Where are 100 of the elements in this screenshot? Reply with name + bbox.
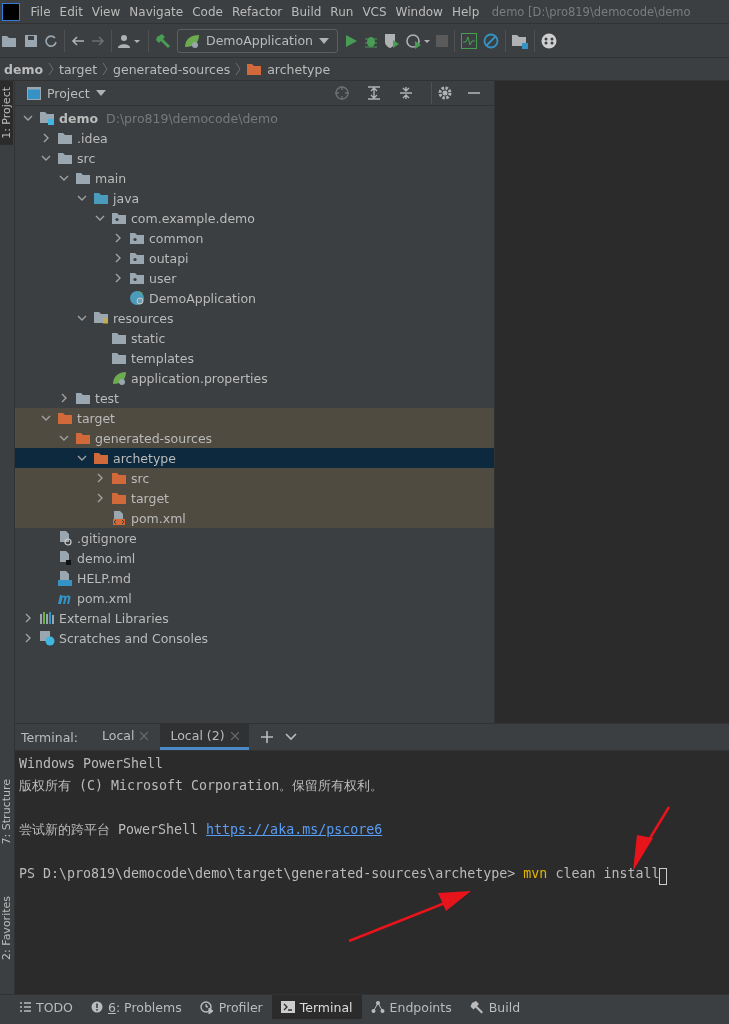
profiler-icon[interactable] bbox=[199, 1000, 214, 1014]
menu-item[interactable]: VCS bbox=[357, 4, 392, 19]
tree-item-label: resources bbox=[113, 310, 174, 326]
tree-row[interactable]: pom.xml bbox=[15, 508, 494, 528]
tool-window-tab[interactable]: TODO bbox=[10, 995, 82, 1019]
tree-row[interactable]: demo.iml bbox=[15, 548, 494, 568]
chevron-down-icon[interactable] bbox=[284, 733, 297, 741]
side-tool-tab[interactable]: 7: Structure bbox=[0, 772, 14, 851]
forward-arrow-icon[interactable] bbox=[91, 33, 105, 48]
settings-icon[interactable] bbox=[438, 86, 452, 100]
run-icon[interactable] bbox=[344, 33, 358, 48]
tree-item-label: common bbox=[149, 230, 204, 246]
menu-item[interactable]: Run bbox=[325, 4, 358, 19]
menu-item[interactable]: Navigate bbox=[124, 4, 188, 19]
tree-row[interactable]: user bbox=[15, 268, 494, 288]
tree-row[interactable]: archetype bbox=[15, 448, 494, 468]
terminal-icon[interactable] bbox=[280, 1001, 295, 1013]
tab-label: Terminal bbox=[299, 999, 353, 1015]
tree-row[interactable]: test bbox=[15, 388, 494, 408]
tree-row[interactable]: DemoApplication bbox=[15, 288, 494, 308]
project-structure-icon[interactable] bbox=[512, 32, 528, 49]
expand-chevron-icon[interactable] bbox=[41, 133, 51, 143]
add-icon[interactable] bbox=[260, 731, 273, 743]
menu-item[interactable]: View bbox=[87, 4, 125, 19]
tree-row[interactable]: target bbox=[15, 488, 494, 508]
tree-item-label: com.example.demo bbox=[131, 210, 255, 226]
breadcrumb[interactable]: archetype bbox=[267, 61, 331, 77]
tree-row[interactable]: application.properties bbox=[15, 368, 494, 388]
path-hint: D:\pro819\democode\demo bbox=[106, 110, 278, 126]
tree-row[interactable]: External Libraries bbox=[15, 608, 494, 628]
tool-window-tab[interactable]: Profiler bbox=[190, 995, 272, 1019]
tree-row[interactable]: main bbox=[15, 168, 494, 188]
expand-chevron-icon[interactable] bbox=[59, 393, 69, 403]
profile-run-icon[interactable] bbox=[406, 32, 430, 49]
menu-item[interactable]: Refactor bbox=[227, 4, 287, 19]
menu-item[interactable]: Build bbox=[286, 4, 326, 19]
refresh-icon[interactable] bbox=[44, 33, 58, 48]
shell-session-tab[interactable]: Local bbox=[92, 724, 159, 750]
module-file-icon bbox=[57, 550, 73, 566]
panel-title[interactable]: Project bbox=[47, 85, 90, 101]
hammer-icon[interactable] bbox=[155, 32, 171, 49]
expand-all-icon[interactable] bbox=[367, 86, 381, 100]
menu-item[interactable]: File bbox=[26, 4, 56, 19]
caret-icon[interactable] bbox=[95, 90, 106, 96]
side-tool-tab[interactable]: 1: Project bbox=[0, 81, 13, 145]
excluded-folder-icon bbox=[93, 451, 109, 465]
user-icon[interactable] bbox=[118, 33, 142, 48]
tree-row[interactable]: outapi bbox=[15, 248, 494, 268]
menu-item[interactable]: Window bbox=[391, 4, 448, 19]
run-configuration-dropdown[interactable]: DemoApplication bbox=[177, 28, 338, 53]
plugin-icon[interactable] bbox=[541, 32, 557, 49]
tree-row[interactable]: Scratches and Consoles bbox=[15, 628, 494, 648]
tree-row[interactable]: java bbox=[15, 188, 494, 208]
tree-row[interactable]: target bbox=[15, 408, 494, 428]
tree-row[interactable]: com.example.demo bbox=[15, 208, 494, 228]
breadcrumb[interactable]: generated-sources bbox=[113, 61, 231, 77]
tree-row[interactable]: .idea bbox=[15, 128, 494, 148]
breadcrumb[interactable]: target bbox=[59, 61, 98, 77]
save-icon[interactable] bbox=[24, 33, 38, 48]
warning-icon[interactable] bbox=[90, 1001, 103, 1013]
tree-row[interactable]: common bbox=[15, 228, 494, 248]
tool-window-tab[interactable]: Endpoints bbox=[361, 995, 461, 1019]
tree-row[interactable]: HELP.md bbox=[15, 568, 494, 588]
terminal-link[interactable]: https://aka.ms/pscore6 bbox=[206, 819, 383, 841]
open-folder-icon[interactable] bbox=[2, 33, 18, 48]
package-folder-icon bbox=[111, 211, 127, 225]
monitor-icon[interactable] bbox=[461, 32, 477, 49]
prohibited-icon[interactable] bbox=[483, 32, 499, 49]
tree-row[interactable]: .gitignore bbox=[15, 528, 494, 548]
hammer-icon[interactable] bbox=[469, 1000, 484, 1014]
tree-row[interactable]: pom.xml bbox=[15, 588, 494, 608]
tree-row[interactable]: templates bbox=[15, 348, 494, 368]
breadcrumb[interactable]: demo bbox=[4, 61, 44, 77]
menu-item[interactable]: Help bbox=[447, 4, 484, 19]
tree-row[interactable]: demo D:\pro819\democode\demo bbox=[15, 108, 494, 128]
locate-icon[interactable] bbox=[335, 86, 349, 100]
tool-window-tab[interactable]: Terminal bbox=[271, 995, 362, 1019]
tree-item-label: user bbox=[149, 270, 177, 286]
menu-item[interactable]: Edit bbox=[55, 4, 88, 19]
back-arrow-icon[interactable] bbox=[71, 33, 85, 48]
menu-item[interactable]: Code bbox=[187, 4, 228, 19]
list-icon[interactable] bbox=[19, 1001, 31, 1013]
tree-row[interactable]: resources bbox=[15, 308, 494, 328]
collapse-chevron-icon[interactable] bbox=[23, 113, 33, 123]
module-folder-icon bbox=[39, 110, 55, 126]
collapse-chevron-icon[interactable] bbox=[77, 313, 87, 323]
close-icon[interactable] bbox=[230, 731, 239, 740]
tool-window-tab[interactable]: 6: Problems bbox=[81, 995, 191, 1019]
tab-label: Profiler bbox=[218, 999, 263, 1015]
network-icon[interactable] bbox=[370, 1000, 385, 1014]
collapse-all-icon[interactable] bbox=[399, 86, 413, 100]
side-tool-tab[interactable]: 2: Favorites bbox=[0, 890, 14, 966]
shell-session-tab[interactable]: Local (2) bbox=[160, 724, 249, 750]
tree-row[interactable]: src bbox=[15, 468, 494, 488]
tree-row[interactable]: static bbox=[15, 328, 494, 348]
tree-row[interactable]: generated-sources bbox=[15, 428, 494, 448]
tool-window-tab[interactable]: Build bbox=[460, 995, 530, 1019]
tree-row[interactable]: src bbox=[15, 148, 494, 168]
terminal-text: 尝试新的跨平台 PowerShell bbox=[19, 821, 200, 839]
coverage-icon[interactable] bbox=[384, 32, 400, 49]
